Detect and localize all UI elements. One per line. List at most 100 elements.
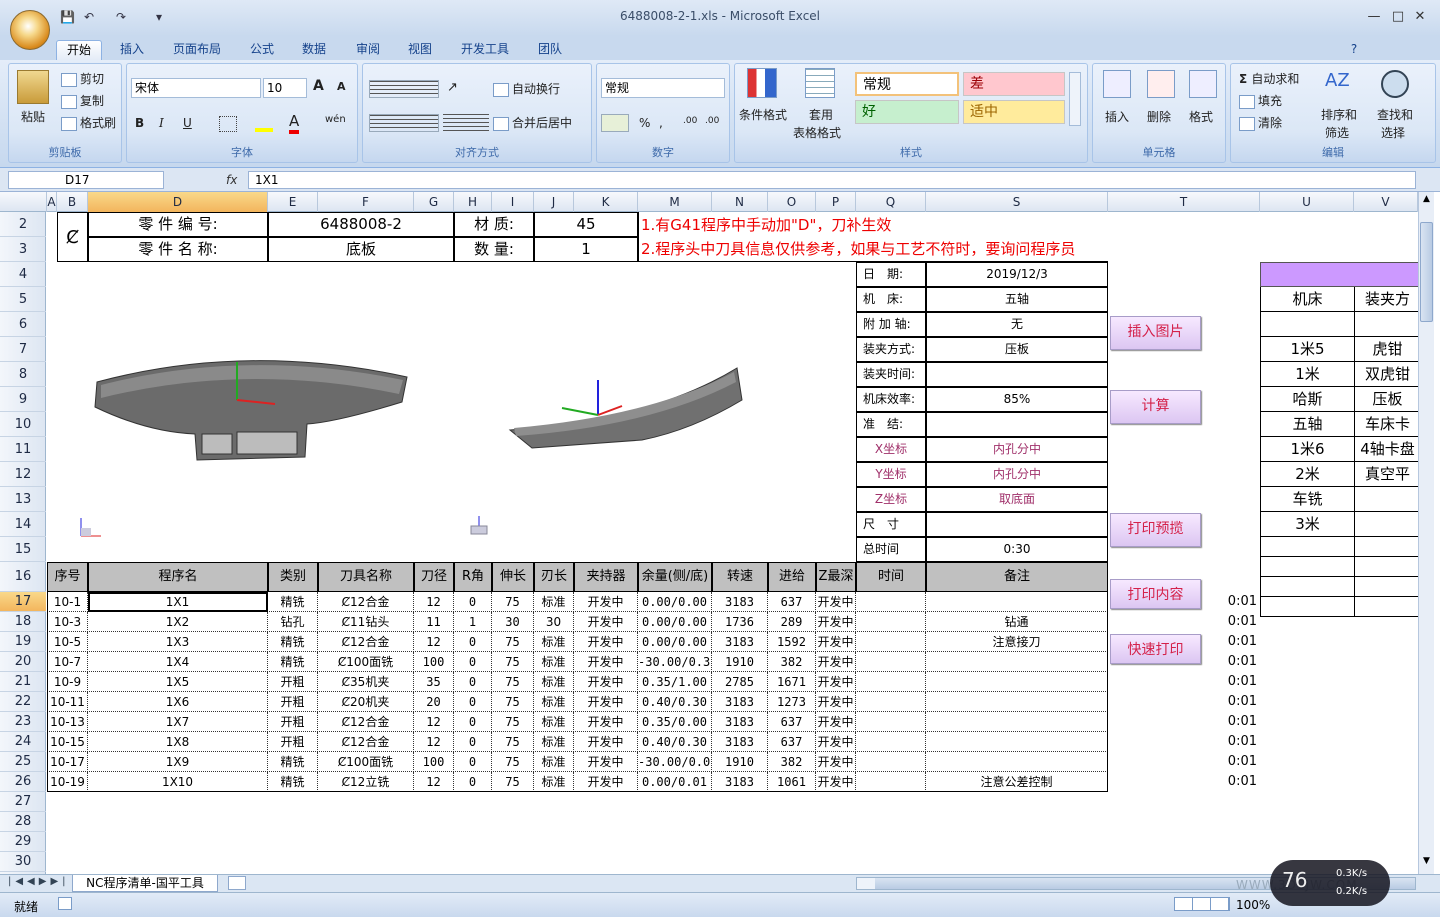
row-header[interactable]: 21 [0,672,46,692]
conditional-format-icon[interactable] [747,68,777,98]
table-cell[interactable]: 10-11 [47,692,88,712]
table-cell[interactable]: 1X2 [88,612,268,632]
table-cell[interactable]: 1X5 [88,672,268,692]
table-cell[interactable]: 精铣 [268,652,318,672]
row-header[interactable]: 14 [0,512,46,537]
table-cell[interactable]: 标准 [534,672,574,692]
table-cell[interactable]: 3183 [712,592,768,612]
table-cell[interactable] [856,732,926,752]
table-header[interactable]: 类别 [268,562,318,592]
side-table-cell[interactable]: 车床卡 [1354,412,1418,437]
table-cell[interactable]: 0.00/0.00 [638,592,712,612]
wrap-text-button[interactable]: 自动换行 [493,80,560,97]
time-cell[interactable]: 0:01 [1197,612,1257,632]
table-cell[interactable] [856,772,926,792]
side-table-cell[interactable]: 车铣 [1260,487,1354,512]
table-cell[interactable]: 开发中 [816,752,856,772]
time-cell[interactable]: 0:01 [1197,712,1257,732]
info-value[interactable]: 85% [926,387,1108,412]
table-cell[interactable] [926,652,1108,672]
table-cell[interactable]: 0 [454,732,492,752]
info-value[interactable]: 压板 [926,337,1108,362]
table-cell[interactable]: 1X8 [88,732,268,752]
table-cell[interactable]: 注意公差控制 [926,772,1108,792]
side-table-cell[interactable] [1354,557,1418,577]
side-table-header[interactable]: 机床 [1260,287,1354,312]
comma-button[interactable]: , [659,116,663,130]
table-cell[interactable] [856,712,926,732]
table-cell[interactable]: 标准 [534,712,574,732]
table-cell[interactable]: 开发中 [816,672,856,692]
table-cell[interactable]: 开发中 [574,612,638,632]
table-cell[interactable]: 标准 [534,632,574,652]
table-cell[interactable]: 精铣 [268,772,318,792]
col-header-S[interactable]: S [926,192,1108,212]
row-header[interactable]: 2 [0,212,46,237]
shrink-font-button[interactable]: A [337,80,346,93]
table-cell[interactable]: 开发中 [816,772,856,792]
table-cell[interactable]: 开粗 [268,672,318,692]
table-cell[interactable]: 1 [454,612,492,632]
side-table-cell[interactable]: 1米5 [1260,337,1354,362]
row-header[interactable]: 24 [0,732,46,752]
table-cell[interactable]: 0.00/0.00 [638,612,712,632]
format-painter-button[interactable]: 格式刷 [61,114,116,131]
material-value[interactable]: 45 [534,212,638,237]
table-header[interactable]: R角 [454,562,492,592]
table-cell[interactable]: Ȼ12合金 [318,732,414,752]
table-cell[interactable]: 10-9 [47,672,88,692]
info-value[interactable] [926,512,1108,537]
row-header[interactable]: 11 [0,437,46,462]
border-icon[interactable] [219,116,237,132]
time-cell[interactable]: 0:01 [1197,772,1257,792]
side-table-cell[interactable] [1260,537,1354,557]
office-button[interactable] [10,10,50,50]
col-header-M[interactable]: M [638,192,712,212]
col-header-P[interactable]: P [816,192,856,212]
clear-button[interactable]: 清除 [1239,114,1282,131]
find-select-label-1[interactable]: 查找和 [1377,106,1413,123]
name-box[interactable]: D17 [8,171,164,189]
table-header[interactable]: 进给 [768,562,816,592]
tab-home[interactable]: 开始 [56,40,102,60]
table-cell[interactable]: 12 [414,632,454,652]
table-cell[interactable] [926,592,1108,612]
row-header[interactable]: 26 [0,772,46,792]
table-cell[interactable] [856,672,926,692]
col-header-I[interactable]: I [492,192,534,212]
col-header-F[interactable]: F [318,192,414,212]
table-cell[interactable]: 10-17 [47,752,88,772]
table-header[interactable]: 转速 [712,562,768,592]
col-header-J[interactable]: J [534,192,574,212]
row-header[interactable]: 19 [0,632,46,652]
table-cell[interactable]: 标准 [534,772,574,792]
row-header[interactable]: 27 [0,792,46,812]
table-cell[interactable] [856,592,926,612]
side-table-cell[interactable] [1260,597,1354,617]
table-header[interactable]: 时间 [856,562,926,592]
table-cell[interactable]: Ȼ100面铣 [318,652,414,672]
table-cell[interactable]: 1061 [768,772,816,792]
row-header[interactable]: 7 [0,337,46,362]
table-cell[interactable]: 0 [454,592,492,612]
print-preview-button[interactable]: 打印预揽 [1110,513,1201,547]
col-header-Q[interactable]: Q [856,192,926,212]
close-button[interactable]: ✕ [1402,6,1438,28]
qat-more-icon[interactable]: ▾ [156,10,162,28]
table-cell[interactable]: Ȼ12合金 [318,712,414,732]
table-header[interactable]: 余量(侧/底) [638,562,712,592]
table-cell[interactable]: 637 [768,712,816,732]
style-good[interactable]: 好 [855,100,959,124]
table-cell[interactable]: 1736 [712,612,768,632]
side-table-cell[interactable] [1260,312,1354,337]
info-value[interactable] [926,362,1108,387]
table-cell[interactable]: 开粗 [268,692,318,712]
side-table-header[interactable]: 装夹方 [1354,287,1418,312]
table-cell[interactable]: 75 [492,712,534,732]
insert-cells-button[interactable]: 插入 [1105,108,1129,125]
col-header-O[interactable]: O [768,192,816,212]
time-cell[interactable]: 0:01 [1197,672,1257,692]
side-table-cell[interactable]: 五轴 [1260,412,1354,437]
col-header-D[interactable]: D [88,192,268,212]
tab-developer[interactable]: 开发工具 [452,40,518,60]
